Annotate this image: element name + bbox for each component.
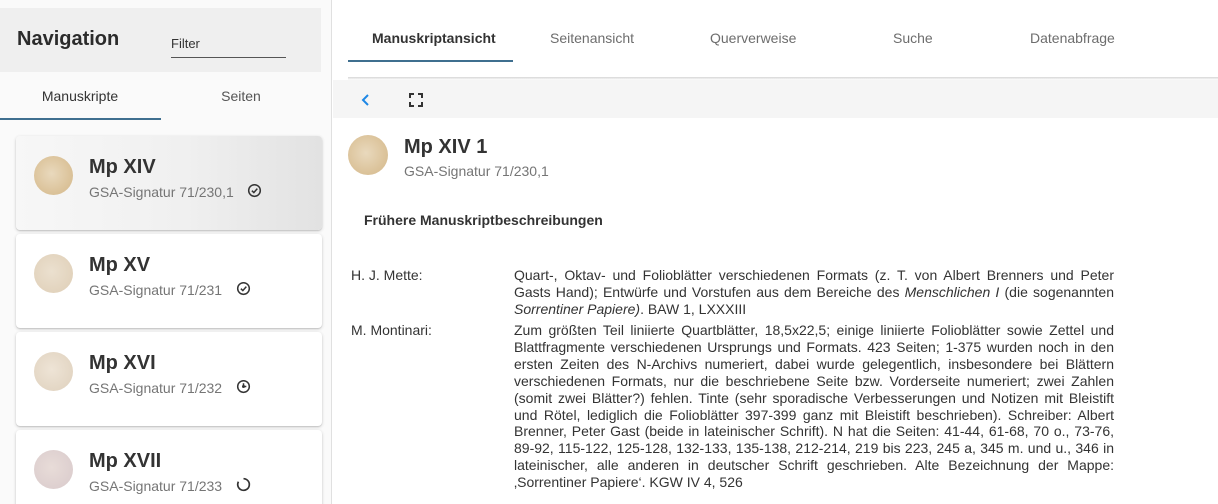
sidebar-tab-indicator xyxy=(0,118,161,120)
manuscript-title: Mp XIV 1 xyxy=(404,136,488,158)
tab-suche[interactable]: Suche xyxy=(893,30,933,46)
fullscreen-icon xyxy=(409,93,423,107)
main-tab-indicator xyxy=(348,60,513,62)
manuscript-signature: GSA-Signatur 71/231 xyxy=(89,282,223,298)
progress-circle-icon xyxy=(236,379,251,394)
manuscript-thumbnail xyxy=(34,352,73,391)
navigation-header: Navigation xyxy=(0,8,321,72)
navigation-title: Navigation xyxy=(17,28,120,50)
manuscript-header-thumbnail xyxy=(348,135,388,175)
main-panel: Manuskriptansicht Seitenansicht Querverw… xyxy=(333,0,1218,504)
manuscript-name: Mp XV xyxy=(89,254,151,276)
viewer-toolbar xyxy=(333,80,1218,118)
description-author: H. J. Mette: xyxy=(351,267,423,283)
manuscript-signature: GSA-Signatur 71/233 xyxy=(89,478,223,494)
manuscript-name: Mp XVII xyxy=(89,450,162,472)
navigation-sidebar: Navigation Manuskripte Seiten Mp XIV GSA… xyxy=(0,0,332,504)
loading-circle-icon xyxy=(236,477,251,492)
manuscript-card-mp-xvi[interactable]: Mp XVI GSA-Signatur 71/232 xyxy=(16,332,322,426)
description-text-part: . BAW 1, LXXXIII xyxy=(640,300,747,317)
tab-manuskriptansicht[interactable]: Manuskriptansicht xyxy=(372,30,496,46)
description-text-part: (die sogenannten xyxy=(999,283,1115,300)
manuscript-card-mp-xiv[interactable]: Mp XIV GSA-Signatur 71/230,1 xyxy=(16,136,322,230)
description-author: M. Montinari: xyxy=(351,322,432,338)
chevron-left-icon xyxy=(361,94,369,106)
app-root: Navigation Manuskripte Seiten Mp XIV GSA… xyxy=(0,0,1218,504)
manuscript-signature: GSA-Signatur 71/230,1 xyxy=(89,184,234,200)
back-button[interactable] xyxy=(355,89,377,111)
tab-seitenansicht[interactable]: Seitenansicht xyxy=(550,30,634,46)
description-text: Quart-, Oktav- und Folioblätter verschie… xyxy=(514,267,1114,318)
tab-datenabfrage[interactable]: Datenabfrage xyxy=(1030,30,1115,46)
manuscript-thumbnail xyxy=(34,450,73,489)
manuscript-signature: GSA-Signatur 71/232 xyxy=(89,380,223,396)
description-text: Zum größten Teil liniierte Quartblätter,… xyxy=(514,322,1114,491)
manuscript-thumbnail xyxy=(34,254,73,293)
manuscript-name: Mp XVI xyxy=(89,352,156,374)
manuscript-card-mp-xv[interactable]: Mp XV GSA-Signatur 71/231 xyxy=(16,234,322,328)
manuscript-thumbnail xyxy=(34,156,73,195)
manuscript-header-signature: GSA-Signatur 71/230,1 xyxy=(404,163,549,179)
filter-input[interactable] xyxy=(171,30,286,51)
tab-seiten[interactable]: Seiten xyxy=(161,72,321,120)
check-circle-icon xyxy=(247,183,262,198)
tab-manuskripte[interactable]: Manuskripte xyxy=(0,72,160,120)
description-italic-title: Menschlichen I xyxy=(904,283,1000,300)
description-italic-title: Sorrentiner Papiere) xyxy=(514,300,641,317)
fullscreen-button[interactable] xyxy=(405,89,427,111)
filter-field[interactable] xyxy=(171,30,286,58)
check-circle-icon xyxy=(236,281,251,296)
manuscript-card-mp-xvii[interactable]: Mp XVII GSA-Signatur 71/233 xyxy=(16,430,322,504)
section-title: Frühere Manuskriptbeschreibungen xyxy=(364,212,603,228)
sidebar-tabs: Manuskripte Seiten xyxy=(0,72,321,120)
manuscript-name: Mp XIV xyxy=(89,156,156,178)
main-tabs: Manuskriptansicht Seitenansicht Querverw… xyxy=(348,0,1218,62)
tab-querverweise[interactable]: Querverweise xyxy=(710,30,796,46)
